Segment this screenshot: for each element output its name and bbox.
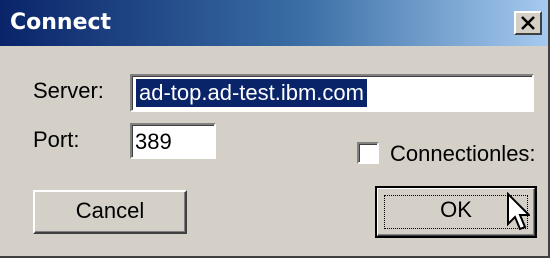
title-bar[interactable]: Connect bbox=[0, 0, 548, 46]
port-value: 389 bbox=[135, 129, 172, 154]
cancel-button-label: Cancel bbox=[75, 198, 145, 223]
cancel-button[interactable]: Cancel bbox=[33, 190, 187, 234]
arrow-cursor-icon bbox=[507, 192, 530, 231]
server-input[interactable]: ad-top.ad-test.ibm.com bbox=[130, 74, 534, 112]
port-input[interactable]: 389 bbox=[130, 123, 216, 159]
dialog-title: Connect bbox=[10, 10, 112, 35]
connectionless-label[interactable]: Connectionles: bbox=[390, 141, 536, 167]
close-button[interactable] bbox=[514, 11, 542, 35]
close-icon bbox=[521, 16, 535, 30]
connectionless-checkbox[interactable] bbox=[357, 142, 379, 164]
port-label: Port: bbox=[33, 127, 80, 152]
server-label: Server: bbox=[33, 78, 104, 103]
server-value: ad-top.ad-test.ibm.com bbox=[136, 79, 367, 107]
connect-dialog: Connect Server: ad-top.ad-test.ibm.com P… bbox=[0, 0, 550, 258]
